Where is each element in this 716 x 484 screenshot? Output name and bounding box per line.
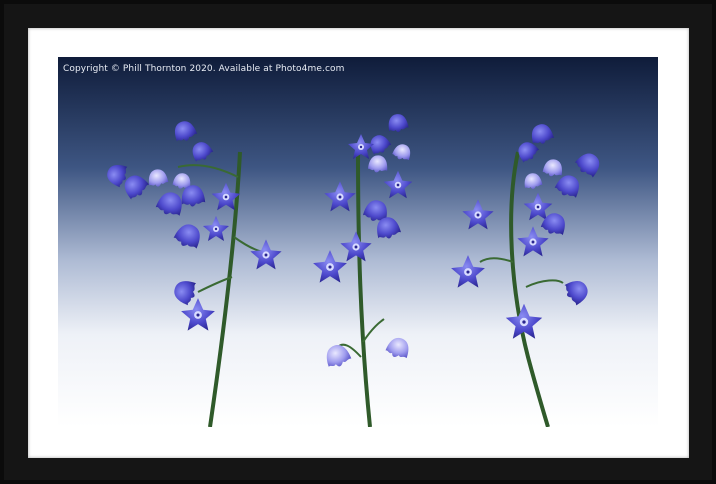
bluebells-image (58, 57, 658, 427)
copyright-caption: Copyright © Phill Thornton 2020. Availab… (63, 64, 345, 74)
framed-photo (58, 57, 658, 427)
